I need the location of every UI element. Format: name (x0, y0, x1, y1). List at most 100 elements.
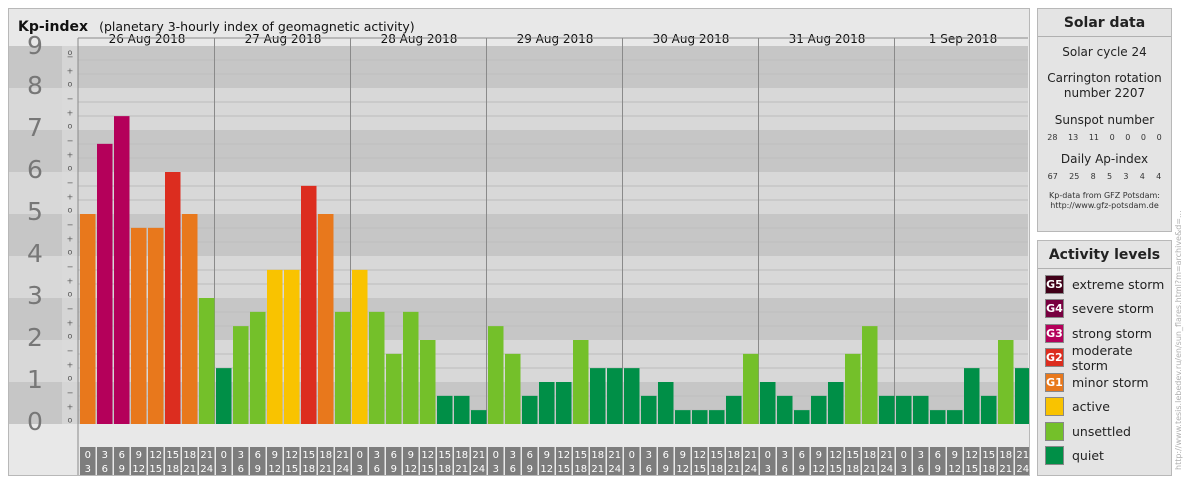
kp-bar (80, 214, 96, 424)
ap-index-value: 4 (1156, 172, 1162, 181)
interval-start-label: 15 (438, 450, 451, 461)
kp-bar (471, 410, 487, 424)
interval-start-label: 6 (119, 450, 125, 461)
kp-bar (148, 227, 164, 424)
chart-title-row: Kp-index (planetary 3-hourly index of ge… (18, 16, 415, 35)
interval-start-label: 3 (646, 450, 652, 461)
kp-bar (828, 382, 844, 424)
source-note-link[interactable]: http://www.gfz-potsdam.de (1038, 201, 1171, 211)
interval-end-label: 3 (221, 464, 227, 475)
solar-data-title: Solar data (1038, 9, 1171, 37)
kp-band (9, 130, 1028, 172)
kp-bar (726, 395, 742, 424)
kp-bar (964, 368, 980, 424)
interval-start-label: 6 (527, 450, 533, 461)
kp-subtick-label: o (68, 374, 73, 383)
interval-start-label: 3 (510, 450, 516, 461)
activity-level-label: severe storm (1072, 301, 1154, 317)
interval-end-label: 12 (540, 464, 553, 475)
interval-start-label: 12 (285, 450, 298, 461)
interval-end-label: 15 (421, 464, 434, 475)
kp-bar (250, 311, 266, 424)
interval-start-label: 6 (935, 450, 941, 461)
kp-subtick-label: o (68, 48, 73, 57)
kp-bar (403, 311, 419, 424)
kp-bar (233, 326, 249, 424)
interval-end-label: 6 (238, 464, 244, 475)
kp-chart-panel: o + − o + − o + − o + − o + − o + − o + − o + − o + − o 0 1 2 3 4 5 6 7 8 9 26… (8, 8, 1030, 476)
kp-subtick-label: − (67, 263, 74, 272)
day-label: 29 Aug 2018 (517, 32, 594, 46)
activity-level-row: G4 severe storm (1038, 297, 1171, 322)
interval-end-label: 24 (608, 464, 621, 475)
kp-subtick-label: − (67, 137, 74, 146)
interval-end-label: 3 (493, 464, 499, 475)
interval-start-label: 18 (319, 450, 332, 461)
kp-bar (522, 395, 538, 424)
interval-start-label: 18 (455, 450, 468, 461)
day-label: 30 Aug 2018 (653, 32, 730, 46)
kp-axis-tick-label: 4 (27, 239, 43, 268)
interval-end-label: 6 (102, 464, 108, 475)
sunspot-value: 28 (1047, 133, 1058, 142)
interval-end-label: 15 (149, 464, 162, 475)
interval-start-label: 18 (999, 450, 1012, 461)
kp-axis-tick-label: 1 (27, 365, 43, 394)
interval-end-label: 12 (812, 464, 825, 475)
interval-end-label: 3 (629, 464, 635, 475)
ap-index-value: 4 (1139, 172, 1145, 181)
kp-axis-tick-label: 8 (27, 71, 43, 100)
sunspot-value: 13 (1068, 133, 1079, 142)
kp-bar (352, 269, 368, 424)
kp-bar (879, 395, 895, 424)
activity-levels-panel: Activity levels G5 extreme storm G4 severe … (1037, 240, 1172, 476)
kp-subtick-label: + (67, 277, 74, 286)
interval-start-label: 0 (765, 450, 771, 461)
kp-band (9, 46, 1028, 88)
interval-start-label: 0 (357, 450, 363, 461)
kp-subtick-label: o (68, 332, 73, 341)
activity-level-swatch: G3 (1045, 323, 1064, 343)
kp-bar (369, 311, 385, 424)
interval-start-label: 0 (901, 450, 907, 461)
kp-subtick-label: − (67, 389, 74, 398)
interval-start-label: 18 (863, 450, 876, 461)
interval-start-label: 15 (846, 450, 859, 461)
interval-start-label: 12 (693, 450, 706, 461)
activity-levels-title: Activity levels (1038, 241, 1171, 269)
ap-index-value: 25 (1069, 172, 1080, 181)
interval-start-label: 9 (816, 450, 822, 461)
interval-start-label: 6 (799, 450, 805, 461)
interval-end-label: 21 (591, 464, 604, 475)
ap-index-value: 8 (1090, 172, 1096, 181)
kp-subtick-label: − (67, 347, 74, 356)
chart-subtitle: (planetary 3-hourly index of geomagnetic… (99, 19, 415, 34)
interval-end-label: 9 (663, 464, 669, 475)
kp-bar (709, 410, 725, 424)
kp-bar (777, 395, 793, 424)
kp-axis-tick-label: 3 (27, 281, 43, 310)
activity-level-label: strong storm (1072, 325, 1152, 341)
solar-cycle: Solar cycle 24 (1062, 45, 1147, 59)
kp-bar (284, 269, 300, 424)
activity-level-label: moderate storm (1071, 342, 1133, 373)
kp-bar (624, 368, 640, 424)
interval-start-label: 3 (918, 450, 924, 461)
interval-start-label: 9 (680, 450, 686, 461)
activity-level-label: unsettled (1072, 423, 1131, 439)
interval-start-label: 6 (663, 450, 669, 461)
interval-end-label: 15 (965, 464, 978, 475)
kp-axis-tick-label: 0 (27, 407, 43, 436)
kp-bar (913, 395, 929, 424)
interval-start-label: 12 (557, 450, 570, 461)
interval-start-label: 15 (982, 450, 995, 461)
solar-data-panel: Solar data Solar cycle 24 Carrington rot… (1037, 8, 1172, 232)
interval-start-label: 21 (880, 450, 893, 461)
kp-bar (845, 353, 861, 424)
interval-end-label: 18 (438, 464, 451, 475)
sunspot-value: 0 (1125, 133, 1131, 142)
watermark-url: http://www.tesis.lebedev.ru/en/sun_flare… (1174, 210, 1183, 470)
interval-start-label: 15 (166, 450, 179, 461)
activity-level-swatch: G4 (1045, 299, 1064, 319)
kp-bar (97, 143, 113, 425)
